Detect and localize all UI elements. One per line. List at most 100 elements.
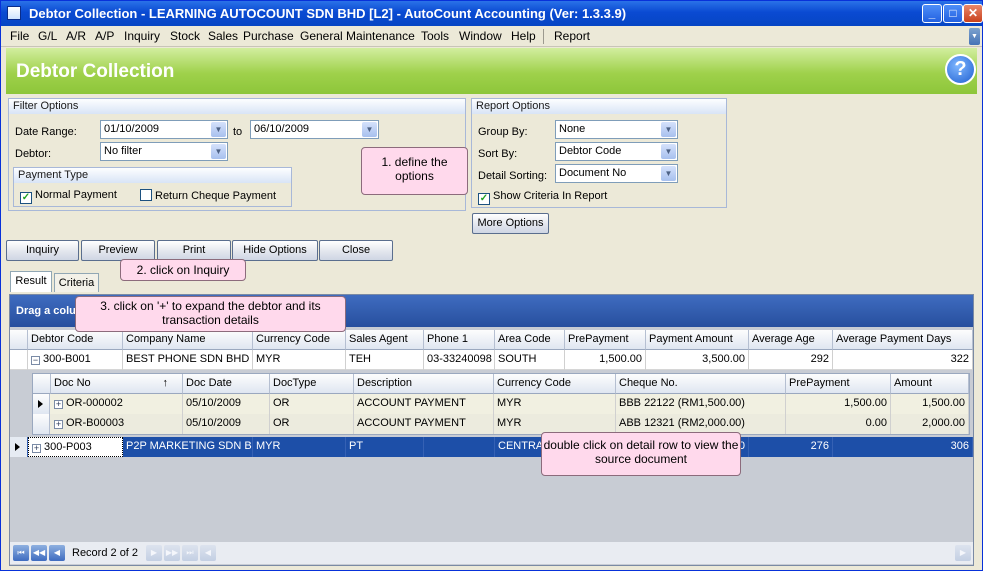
callout-click-inquiry: 2. click on Inquiry xyxy=(120,259,246,281)
prev-record-icon[interactable]: ◀ xyxy=(49,545,65,561)
report-options-panel: Report Options Group By: None ▼ Sort By:… xyxy=(471,98,727,208)
detail-sorting-select[interactable]: Document No ▼ xyxy=(555,164,678,183)
menu-inquiry[interactable]: Inquiry xyxy=(124,29,160,43)
cell-avg-days: 306 xyxy=(833,437,973,457)
col-detail-prepayment[interactable]: PrePayment xyxy=(786,374,891,394)
menu-gl[interactable]: G/L xyxy=(38,29,57,43)
hide-options-button[interactable]: Hide Options xyxy=(232,240,318,261)
return-cheque-label: Return Cheque Payment xyxy=(155,190,277,202)
col-payment-amount[interactable]: Payment Amount xyxy=(646,330,749,350)
menu-sales[interactable]: Sales xyxy=(208,29,238,43)
table-row[interactable]: +300-P003 P2P MARKETING SDN BHD MYR PT C… xyxy=(10,437,973,457)
cell-doc-no: + OR-B00003 xyxy=(51,414,183,434)
next-record-icon[interactable]: ▶ xyxy=(146,545,162,561)
date-to-field[interactable]: 06/10/2009 ▼ xyxy=(250,120,379,139)
menu-purchase[interactable]: Purchase xyxy=(243,29,294,43)
menu-stock[interactable]: Stock xyxy=(170,29,200,43)
col-prepayment[interactable]: PrePayment xyxy=(565,330,646,350)
payment-type-title: Payment Type xyxy=(14,168,291,183)
inquiry-button[interactable]: Inquiry xyxy=(6,240,79,261)
col-cheque-no[interactable]: Cheque No. xyxy=(616,374,786,394)
menu-report[interactable]: Report xyxy=(554,29,590,43)
cell-debtor-code[interactable]: +300-P003 xyxy=(28,437,123,457)
table-row[interactable]: −300-B001 BEST PHONE SDN BHD MYR TEH 03-… xyxy=(10,350,973,370)
window-title: Debtor Collection - LEARNING AUTOCOUNT S… xyxy=(29,6,627,21)
chevron-down-icon[interactable]: ▼ xyxy=(362,122,377,137)
detail-header-row: Doc No ↑ Doc Date DocType Description Cur… xyxy=(33,374,969,394)
last-record-icon[interactable]: ⏭ xyxy=(182,545,198,561)
first-record-icon[interactable]: ⏮ xyxy=(13,545,29,561)
normal-payment-checkbox[interactable]: ✓ Normal Payment xyxy=(20,189,117,204)
col-currency-code[interactable]: Currency Code xyxy=(253,330,346,350)
close-button[interactable]: Close xyxy=(319,240,393,261)
maximize-button[interactable]: □ xyxy=(943,4,963,23)
return-cheque-checkbox[interactable]: Return Cheque Payment xyxy=(140,189,276,202)
minimize-button[interactable]: _ xyxy=(922,4,942,23)
help-icon[interactable]: ? xyxy=(945,54,976,85)
debtor-value: No filter xyxy=(104,145,142,157)
menu-ap[interactable]: A/P xyxy=(95,29,114,43)
tab-criteria[interactable]: Criteria xyxy=(54,273,99,292)
page-title: Debtor Collection xyxy=(16,61,175,82)
menu-general-maintenance[interactable]: General Maintenance xyxy=(300,29,415,43)
list-item[interactable]: + OR-B00003 05/10/2009 OR ACCOUNT PAYMENT… xyxy=(33,414,969,434)
show-criteria-checkbox[interactable]: ✓ Show Criteria In Report xyxy=(478,190,607,205)
filter-options-title: Filter Options xyxy=(9,99,465,114)
col-doc-date[interactable]: Doc Date xyxy=(183,374,270,394)
debtor-select[interactable]: No filter ▼ xyxy=(100,142,228,161)
col-sales-agent[interactable]: Sales Agent xyxy=(346,330,424,350)
col-phone[interactable]: Phone 1 xyxy=(424,330,495,350)
date-from-field[interactable]: 01/10/2009 ▼ xyxy=(100,120,228,139)
col-detail-currency[interactable]: Currency Code xyxy=(494,374,616,394)
chevron-down-icon[interactable]: ▼ xyxy=(661,122,676,137)
col-doctype[interactable]: DocType xyxy=(270,374,354,394)
col-amount[interactable]: Amount xyxy=(891,374,969,394)
preview-button[interactable]: Preview xyxy=(81,240,155,261)
title-bar[interactable]: Debtor Collection - LEARNING AUTOCOUNT S… xyxy=(1,1,983,26)
col-average-age[interactable]: Average Age xyxy=(749,330,833,350)
cell-payment: 3,500.00 xyxy=(646,350,749,370)
col-area-code[interactable]: Area Code xyxy=(495,330,565,350)
cell-doc-no: + OR-000002 xyxy=(51,394,183,414)
print-button[interactable]: Print xyxy=(157,240,231,261)
menu-file[interactable]: File xyxy=(10,29,29,43)
expand-icon[interactable]: + xyxy=(54,420,63,429)
prev-page-icon[interactable]: ◀◀ xyxy=(31,545,47,561)
menu-bar: File G/L A/R A/P Inquiry Stock Sales Pur… xyxy=(1,26,982,47)
close-window-button[interactable]: ✕ xyxy=(963,4,983,23)
tab-result[interactable]: Result xyxy=(10,271,52,292)
col-doc-no[interactable]: Doc No ↑ xyxy=(51,374,183,394)
collapse-icon[interactable]: − xyxy=(31,356,40,365)
menu-chevron-down-icon[interactable]: ▼ xyxy=(969,28,980,45)
report-options-title: Report Options xyxy=(472,99,726,114)
record-navigator: ⏮ ◀◀ ◀ Record 2 of 2 ▶ ▶▶ ⏭ ◀ ▶ xyxy=(10,542,973,564)
sort-by-select[interactable]: Debtor Code ▼ xyxy=(555,142,678,161)
next-page-icon[interactable]: ▶▶ xyxy=(164,545,180,561)
col-debtor-code[interactable]: Debtor Code xyxy=(28,330,123,350)
menu-window[interactable]: Window xyxy=(459,29,502,43)
chevron-down-icon[interactable]: ▼ xyxy=(211,144,226,159)
back-icon[interactable]: ◀ xyxy=(200,545,216,561)
expand-icon[interactable]: + xyxy=(32,444,41,453)
chevron-down-icon[interactable]: ▼ xyxy=(661,144,676,159)
group-by-select[interactable]: None ▼ xyxy=(555,120,678,139)
payment-type-panel: Payment Type ✓ Normal Payment Return Cheq… xyxy=(13,167,292,207)
header-indicator xyxy=(10,330,28,350)
menu-tools[interactable]: Tools xyxy=(421,29,449,43)
cell-doc-date: 05/10/2009 xyxy=(183,394,270,414)
menu-ar[interactable]: A/R xyxy=(66,29,86,43)
menu-help[interactable]: Help xyxy=(511,29,536,43)
cell-prepayment: 1,500.00 xyxy=(565,350,646,370)
list-item[interactable]: + OR-000002 05/10/2009 OR ACCOUNT PAYMENT… xyxy=(33,394,969,414)
sort-by-value: Debtor Code xyxy=(559,145,622,157)
col-company-name[interactable]: Company Name xyxy=(123,330,253,350)
col-description[interactable]: Description xyxy=(354,374,494,394)
cell-description: ACCOUNT PAYMENT xyxy=(354,414,494,434)
more-options-button[interactable]: More Options xyxy=(472,213,549,234)
cell-currency: MYR xyxy=(253,350,346,370)
col-average-payment-days[interactable]: Average Payment Days xyxy=(833,330,973,350)
expand-icon[interactable]: + xyxy=(54,400,63,409)
chevron-down-icon[interactable]: ▼ xyxy=(661,166,676,181)
chevron-down-icon[interactable]: ▼ xyxy=(211,122,226,137)
scroll-right-icon[interactable]: ▶ xyxy=(955,545,971,561)
